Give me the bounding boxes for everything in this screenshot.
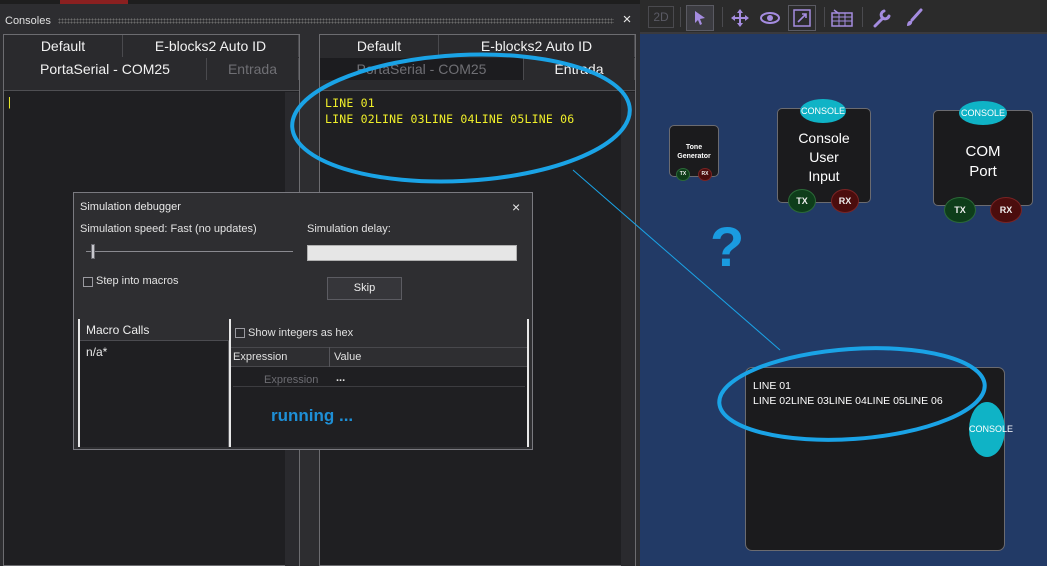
annotation-connector-line — [572, 169, 781, 351]
annotation-overlay — [290, 52, 987, 442]
annotation-ellipse-console — [290, 52, 632, 184]
annotation-ellipse-display — [717, 346, 987, 442]
